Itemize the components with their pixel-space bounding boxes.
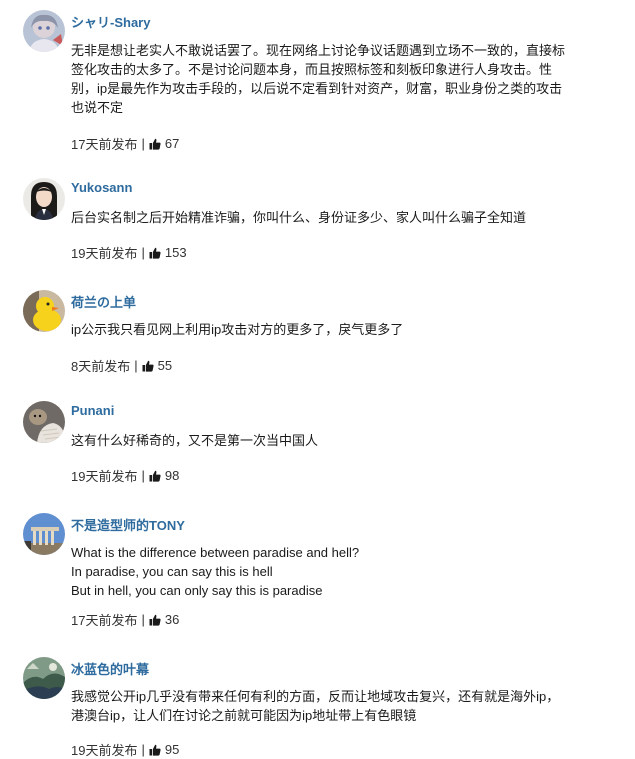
comment-meta: 17天前发布 | 36 xyxy=(71,610,179,629)
comment-meta: 19天前发布 | 95 xyxy=(71,740,179,759)
post-time: 19天前发布 xyxy=(71,246,138,261)
comment-text: What is the difference between paradise … xyxy=(71,543,611,600)
post-time: 19天前发布 xyxy=(71,469,138,484)
like-count: 67 xyxy=(164,136,180,151)
thumbs-up-icon xyxy=(149,614,161,626)
post-time: 17天前发布 xyxy=(71,137,138,152)
avatar-yellow-duck-icon[interactable] xyxy=(23,290,65,332)
post-time: 19天前发布 xyxy=(71,743,138,758)
like-count: 36 xyxy=(164,612,180,627)
comment-line: In paradise, you can say this is hell xyxy=(71,564,273,579)
comment-text: 我感觉公开ip几乎没有带来任何有利的方面，反而让地域攻击复兴，还有就是海外ip，… xyxy=(71,687,611,725)
comment-line: 也说不定 xyxy=(71,100,124,115)
username[interactable]: Yukosann xyxy=(71,180,132,195)
avatar-dog-icon[interactable] xyxy=(23,401,65,443)
avatar-parthenon-icon[interactable] xyxy=(23,513,65,555)
comment-meta: 8天前发布 | 55 xyxy=(71,356,172,375)
comment-text: 这有什么好稀奇的，又不是第一次当中国人 xyxy=(71,431,611,450)
meta-separator: | xyxy=(141,742,145,757)
comment-line: What is the difference between paradise … xyxy=(71,545,360,560)
like-count: 95 xyxy=(164,742,180,757)
username[interactable]: シャリ-Shary xyxy=(71,12,150,31)
comment-line: 无非是想让老实人不敢说话罢了。现在网络上讨论争议话题遇到立场不一致的，直接标 xyxy=(71,43,566,58)
meta-separator: | xyxy=(141,612,145,627)
comment-line: 港澳台ip，让人们在讨论之前就可能因为ip地址带上有色眼镜 xyxy=(71,708,417,723)
comment-meta: 17天前发布 | 67 xyxy=(71,134,179,153)
like-count: 98 xyxy=(164,468,180,483)
comment-text: 无非是想让老实人不敢说话罢了。现在网络上讨论争议话题遇到立场不一致的，直接标 签… xyxy=(71,41,611,117)
post-time: 17天前发布 xyxy=(71,613,138,628)
comment-meta: 19天前发布 | 98 xyxy=(71,466,179,485)
like-button[interactable]: 95 xyxy=(149,742,179,757)
avatar-landscape-icon[interactable] xyxy=(23,657,65,699)
thumbs-up-icon xyxy=(149,744,161,756)
like-button[interactable]: 98 xyxy=(149,468,179,483)
like-button[interactable]: 36 xyxy=(149,612,179,627)
like-button[interactable]: 67 xyxy=(149,136,179,151)
comment-line: 别，ip是最先作为攻击手段的，以后说不定看到针对资产，财富，职业身份之类的攻击 xyxy=(71,81,563,96)
post-time: 8天前发布 xyxy=(71,359,131,374)
thumbs-up-icon xyxy=(142,360,154,372)
comment-text: ip公示我只看见网上利用ip攻击对方的更多了，戾气更多了 xyxy=(71,320,611,339)
username[interactable]: 冰蓝色的叶幕 xyxy=(71,659,149,678)
comment-line: 这有什么好稀奇的，又不是第一次当中国人 xyxy=(71,433,319,448)
comment-line: But in hell, you can only say this is pa… xyxy=(71,583,323,598)
thumbs-up-icon xyxy=(149,470,161,482)
meta-separator: | xyxy=(134,358,138,373)
comment-text: 后台实名制之后开始精准诈骗，你叫什么、身份证多少、家人叫什么骗子全知道 xyxy=(71,208,611,227)
like-count: 153 xyxy=(164,245,187,260)
thumbs-up-icon xyxy=(149,138,161,150)
comment-line: ip公示我只看见网上利用ip攻击对方的更多了，戾气更多了 xyxy=(71,322,404,337)
meta-separator: | xyxy=(141,468,145,483)
avatar-girl-portrait-icon[interactable] xyxy=(23,178,65,220)
username[interactable]: 不是造型师的TONY xyxy=(71,515,185,534)
comment-line: 后台实名制之后开始精准诈骗，你叫什么、身份证多少、家人叫什么骗子全知道 xyxy=(71,210,527,225)
like-button[interactable]: 153 xyxy=(149,245,187,260)
comment-line: 我感觉公开ip几乎没有带来任何有利的方面，反而让地域攻击复兴，还有就是海外ip， xyxy=(71,689,560,704)
avatar-anime-girl-icon[interactable] xyxy=(23,10,65,52)
username[interactable]: Punani xyxy=(71,403,114,418)
meta-separator: | xyxy=(141,136,145,151)
like-button[interactable]: 55 xyxy=(142,358,172,373)
comment-line: 签化攻击的太多了。不是讨论问题本身，而且按照标签和刻板印象进行人身攻击。性 xyxy=(71,62,553,77)
like-count: 55 xyxy=(157,358,173,373)
thumbs-up-icon xyxy=(149,247,161,259)
comment-meta: 19天前发布 | 153 xyxy=(71,243,187,262)
username[interactable]: 荷兰の上单 xyxy=(71,292,136,311)
meta-separator: | xyxy=(141,245,145,260)
